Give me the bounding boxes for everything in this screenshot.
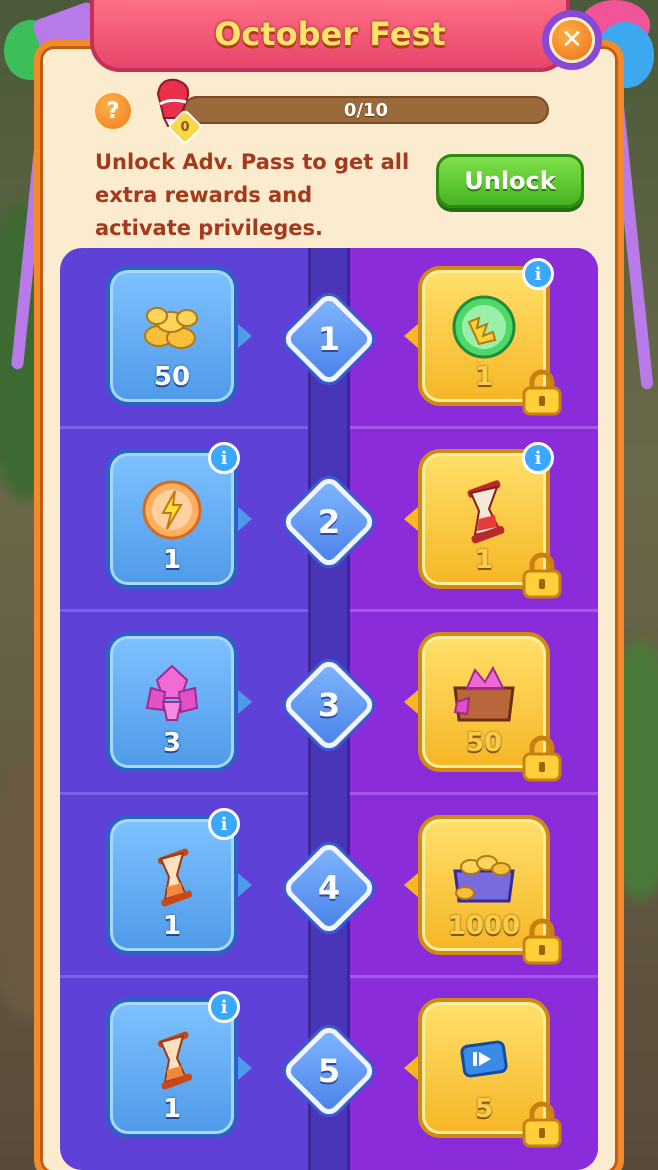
reward-count: 1000: [447, 911, 521, 941]
row-divider: [60, 975, 308, 978]
card-pointer: [404, 873, 418, 897]
free-reward-card[interactable]: 50: [106, 266, 238, 406]
card-pointer: [404, 324, 418, 348]
info-icon[interactable]: i: [208, 991, 240, 1023]
row-divider: [60, 609, 308, 612]
lock-icon: [522, 918, 562, 965]
row-divider: [350, 609, 598, 612]
card-pointer: [404, 1056, 418, 1080]
reward-count: 1: [162, 1094, 182, 1124]
energy-orb-icon: [452, 295, 516, 359]
video-ticket-icon: [460, 1040, 508, 1078]
close-icon: ✕: [549, 17, 595, 63]
row-divider: [350, 426, 598, 429]
level-number: 5: [317, 1052, 341, 1090]
help-button[interactable]: ?: [93, 91, 133, 131]
close-button[interactable]: ✕: [542, 10, 602, 70]
reward-count: 50: [153, 362, 191, 392]
card-pointer: [238, 690, 252, 714]
flag-count-text: 0: [180, 119, 190, 135]
card-pointer: [238, 1056, 252, 1080]
row-divider: [60, 426, 308, 429]
card-pointer: [238, 873, 252, 897]
reward-count: 3: [162, 728, 182, 758]
card-pointer: [238, 324, 252, 348]
pass-description: Unlock Adv. Pass to get all extra reward…: [95, 150, 410, 240]
level-number: 1: [317, 320, 341, 358]
level-number: 4: [317, 869, 341, 907]
title-banner: October Fest: [90, 0, 570, 72]
progress-text: 0/10: [343, 99, 389, 121]
info-icon[interactable]: i: [208, 808, 240, 840]
row-divider: [350, 792, 598, 795]
reward-count: 5: [474, 1094, 494, 1124]
lock-icon: [522, 552, 562, 599]
info-icon[interactable]: i: [522, 258, 554, 290]
row-divider: [60, 792, 308, 795]
reward-count: 1: [474, 545, 494, 575]
reward-count: 1: [162, 911, 182, 941]
level-number: 3: [317, 686, 341, 724]
reward-count: 1: [474, 362, 494, 392]
hourglass-icon: [157, 1031, 193, 1090]
lock-icon: [522, 1101, 562, 1148]
gold-coins-icon: [144, 307, 198, 349]
card-pointer: [238, 507, 252, 531]
coin-chest-icon: [453, 855, 515, 903]
pink-gems-icon: [145, 664, 199, 721]
level-number: 2: [317, 503, 341, 541]
card-pointer: [404, 507, 418, 531]
lightning-orb-icon: [142, 480, 202, 540]
card-pointer: [404, 690, 418, 714]
reward-count: 1: [162, 545, 182, 575]
lock-icon: [522, 369, 562, 416]
page-title: October Fest: [214, 15, 446, 53]
red-hourglass-icon: [467, 480, 505, 544]
lock-icon: [522, 735, 562, 782]
info-icon[interactable]: i: [208, 442, 240, 474]
info-icon[interactable]: i: [522, 442, 554, 474]
free-reward-card[interactable]: 3: [106, 632, 238, 772]
hourglass-icon: [157, 848, 193, 907]
row-divider: [350, 975, 598, 978]
unlock-button[interactable]: Unlock: [436, 154, 584, 208]
reward-count: 50: [465, 728, 503, 758]
gem-chest-icon: [453, 665, 515, 722]
